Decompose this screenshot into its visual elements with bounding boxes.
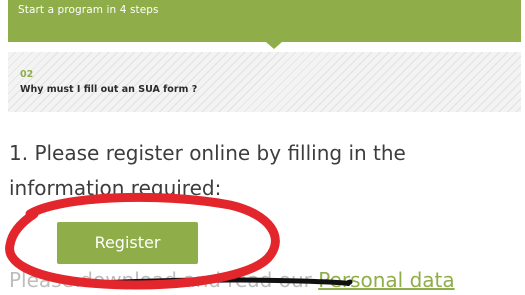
download-text: Please download and read our bbox=[9, 268, 319, 292]
personal-data-link[interactable]: Personal data bbox=[318, 268, 454, 292]
page: Start a program in 4 steps 02 Why must I… bbox=[0, 0, 525, 295]
download-line: Please download and read our Personal da… bbox=[9, 266, 455, 294]
register-button[interactable]: Register bbox=[57, 222, 198, 264]
step-header-title: Start a program in 4 steps bbox=[18, 4, 159, 16]
step-header[interactable]: Start a program in 4 steps bbox=[8, 0, 521, 49]
step-question: Why must I fill out an SUA form ? bbox=[20, 84, 198, 95]
step-card[interactable]: 02 Why must I fill out an SUA form ? bbox=[8, 52, 521, 112]
instruction-prefix: 1. Please bbox=[9, 141, 106, 165]
chevron-down-icon bbox=[266, 42, 282, 49]
instruction-text: 1. Please register online by filling in … bbox=[9, 136, 514, 206]
instruction-emphasis: register online bbox=[105, 141, 251, 165]
step-number: 02 bbox=[20, 69, 34, 80]
